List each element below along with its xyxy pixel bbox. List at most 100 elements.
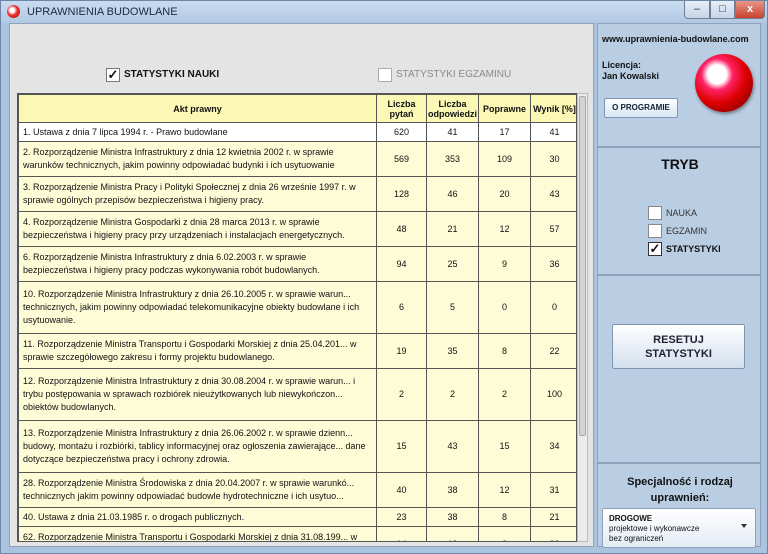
table-scrollbar[interactable]	[577, 93, 588, 542]
cell-wynik: 31	[530, 472, 576, 508]
cell-liczba-pytan: 128	[376, 176, 427, 212]
cell-poprawne: 20	[478, 176, 531, 212]
table-row[interactable]: 3. Rozporządzenie Ministra Pracy i Polit…	[18, 176, 576, 212]
maximize-button[interactable]: □	[710, 1, 735, 19]
table-row[interactable]: 28. Rozporządzenie Ministra Środowiska z…	[18, 472, 576, 508]
licence-info: Licencja: Jan Kowalski	[602, 60, 659, 82]
close-button[interactable]: x	[735, 1, 765, 19]
specialty-title-line1: Specjalność i rodzaj	[627, 476, 733, 488]
brand-logo-icon	[695, 54, 753, 112]
cell-liczba-pytan: 40	[376, 472, 427, 508]
cell-akt: 13. Rozporządzenie Ministra Infrastruktu…	[18, 420, 377, 473]
cell-poprawne: 2	[478, 368, 531, 421]
cell-liczba-pytan: 569	[376, 141, 427, 177]
cell-akt: 3. Rozporządzenie Ministra Pracy i Polit…	[18, 176, 377, 212]
specialty-panel: Specjalność i rodzaj uprawnień: DROGOWE …	[597, 463, 762, 548]
statistics-table: Akt prawny Liczba pytań Liczba odpowiedz…	[17, 93, 577, 542]
table-row[interactable]: 13. Rozporządzenie Ministra Infrastruktu…	[18, 420, 576, 473]
table-row[interactable]: 2. Rozporządzenie Ministra Infrastruktur…	[18, 141, 576, 177]
cell-liczba-pytan: 94	[376, 246, 427, 282]
cell-akt: 10. Rozporządzenie Ministra Infrastruktu…	[18, 281, 377, 334]
table-row[interactable]: 1. Ustawa z dnia 7 lipca 1994 r. - Prawo…	[18, 122, 576, 142]
reset-panel: RESETUJ STATYSTYKI	[597, 275, 761, 463]
licence-user: Jan Kowalski	[602, 71, 660, 81]
cell-liczba-odpowiedzi: 5	[426, 281, 479, 334]
cell-liczba-pytan: 15	[376, 420, 427, 473]
table-row[interactable]: 6. Rozporządzenie Ministra Infrastruktur…	[18, 246, 576, 282]
cell-liczba-odpowiedzi: 38	[426, 507, 479, 527]
cell-akt: 6. Rozporządzenie Ministra Infrastruktur…	[18, 246, 377, 282]
app-window: UPRAWNIENIA BUDOWLANE – □ x ✓ STATYSTYKI…	[0, 0, 768, 554]
specialty-value-line1: DROGOWE	[609, 514, 653, 523]
cell-akt: 62. Rozporządzenie Ministra Transportu i…	[18, 526, 377, 541]
mode-egzamin-checkbox[interactable]	[648, 224, 662, 238]
cell-akt: 2. Rozporządzenie Ministra Infrastruktur…	[18, 141, 377, 177]
specialty-title-line2: uprawnień:	[650, 492, 710, 504]
table-row[interactable]: 62. Rozporządzenie Ministra Transportu i…	[18, 526, 576, 541]
cell-poprawne: 17	[478, 122, 531, 142]
title-bar[interactable]: UPRAWNIENIA BUDOWLANE – □ x	[1, 1, 767, 23]
table-row[interactable]: 10. Rozporządzenie Ministra Infrastruktu…	[18, 281, 576, 334]
statystyki-egzaminu-checkbox[interactable]	[378, 68, 392, 82]
minimize-button[interactable]: –	[684, 1, 710, 19]
cell-liczba-odpowiedzi: 21	[426, 211, 479, 247]
cell-poprawne: 15	[478, 420, 531, 473]
cell-liczba-odpowiedzi: 25	[426, 246, 479, 282]
column-header-liczba-odpowiedzi[interactable]: Liczba odpowiedzi	[426, 94, 479, 123]
cell-liczba-pytan: 6	[376, 281, 427, 334]
cell-wynik: 100	[530, 368, 576, 421]
mode-statystyki-checkbox[interactable]: ✓	[648, 242, 662, 256]
cell-poprawne: 3	[478, 526, 531, 541]
cell-wynik: 0	[530, 281, 576, 334]
mode-egzamin-label[interactable]: EGZAMIN	[666, 226, 707, 236]
chevron-down-icon[interactable]	[741, 524, 747, 528]
column-header-poprawne[interactable]: Poprawne	[478, 94, 531, 123]
statystyki-nauki-label[interactable]: STATYSTYKI NAUKI	[124, 69, 219, 80]
cell-liczba-odpowiedzi: 46	[426, 176, 479, 212]
cell-liczba-odpowiedzi: 35	[426, 333, 479, 369]
table-row[interactable]: 4. Rozporządzenie Ministra Gospodarki z …	[18, 211, 576, 247]
cell-akt: 28. Rozporządzenie Ministra Środowiska z…	[18, 472, 377, 508]
column-header-wynik[interactable]: Wynik [%]	[530, 94, 576, 123]
cell-liczba-pytan: 620	[376, 122, 427, 142]
cell-wynik: 41	[530, 122, 576, 142]
cell-liczba-pytan: 14	[376, 526, 427, 541]
scrollbar-thumb[interactable]	[579, 96, 586, 436]
window-title: UPRAWNIENIA BUDOWLANE	[27, 6, 178, 18]
statystyki-egzaminu-label[interactable]: STATYSTYKI EGZAMINU	[396, 69, 511, 80]
mode-nauka-label[interactable]: NAUKA	[666, 208, 697, 218]
column-header-liczba-pytan[interactable]: Liczba pytań	[376, 94, 427, 123]
cell-akt: 40. Ustawa z dnia 21.03.1985 r. o drogac…	[18, 507, 377, 527]
cell-liczba-odpowiedzi: 43	[426, 420, 479, 473]
about-program-button[interactable]: O PROGRAMIE	[604, 98, 678, 118]
statistics-panel: ✓ STATYSTYKI NAUKI STATYSTYKI EGZAMINU A…	[9, 23, 594, 547]
cell-wynik: 21	[530, 507, 576, 527]
table-row[interactable]: 11. Rozporządzenie Ministra Transportu i…	[18, 333, 576, 369]
mode-statystyki-label[interactable]: STATYSTYKI	[666, 244, 721, 254]
sidebar: www.uprawnienia-budowlane.com Licencja: …	[597, 23, 762, 548]
statystyki-nauki-checkbox[interactable]: ✓	[106, 68, 120, 82]
specialty-title: Specjalność i rodzaj uprawnień:	[598, 474, 762, 506]
cell-wynik: 34	[530, 420, 576, 473]
specialty-value-line2: projektowe i wykonawcze	[609, 524, 700, 533]
specialty-select[interactable]: DROGOWE projektowe i wykonawcze bez ogra…	[602, 508, 756, 548]
reset-statistics-button[interactable]: RESETUJ STATYSTYKI	[612, 324, 745, 369]
cell-wynik: 23	[530, 526, 576, 541]
cell-liczba-pytan: 48	[376, 211, 427, 247]
cell-wynik: 43	[530, 176, 576, 212]
reset-button-line2: STATYSTYKI	[645, 348, 712, 360]
cell-akt: 1. Ustawa z dnia 7 lipca 1994 r. - Prawo…	[18, 122, 377, 142]
mode-nauka-checkbox[interactable]	[648, 206, 662, 220]
table-row[interactable]: 40. Ustawa z dnia 21.03.1985 r. o drogac…	[18, 507, 576, 527]
column-header-akt[interactable]: Akt prawny	[18, 94, 377, 123]
specialty-value-line3: bez ograniczeń	[609, 534, 664, 543]
table-row[interactable]: 12. Rozporządzenie Ministra Infrastruktu…	[18, 368, 576, 421]
cell-liczba-odpowiedzi: 353	[426, 141, 479, 177]
cell-poprawne: 109	[478, 141, 531, 177]
cell-liczba-odpowiedzi: 41	[426, 122, 479, 142]
cell-wynik: 22	[530, 333, 576, 369]
licence-panel: www.uprawnienia-budowlane.com Licencja: …	[597, 23, 761, 147]
cell-akt: 4. Rozporządzenie Ministra Gospodarki z …	[18, 211, 377, 247]
cell-poprawne: 8	[478, 333, 531, 369]
website-link[interactable]: www.uprawnienia-budowlane.com	[602, 34, 749, 44]
